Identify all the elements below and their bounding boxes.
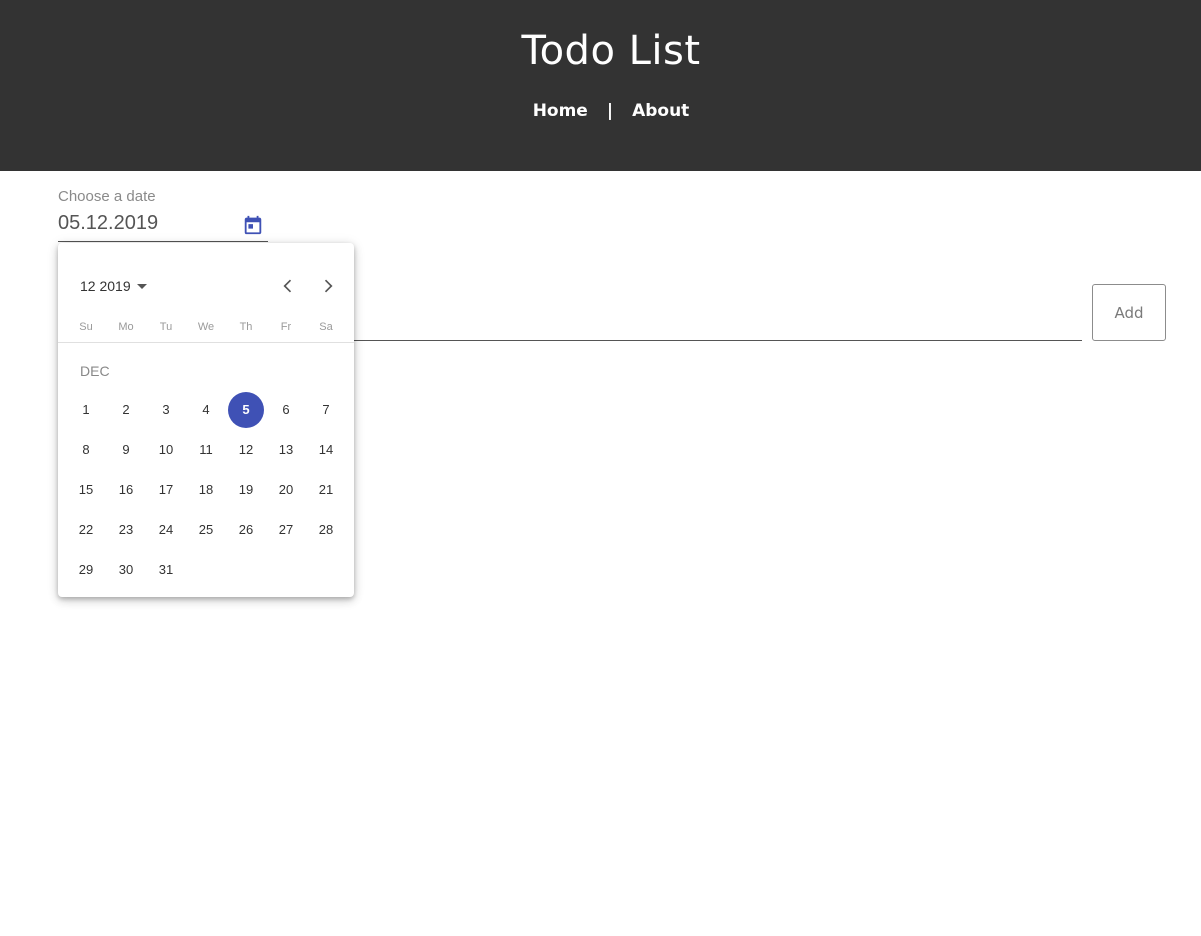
- nav-link-home[interactable]: Home: [533, 101, 588, 121]
- main-nav: Home | About: [0, 101, 1201, 121]
- calendar-day[interactable]: 17: [148, 472, 184, 508]
- prev-month-button[interactable]: [271, 269, 305, 303]
- next-month-button[interactable]: [311, 269, 345, 303]
- calendar-day[interactable]: 13: [268, 432, 304, 468]
- calendar-day[interactable]: 4: [188, 392, 224, 428]
- calendar-day[interactable]: 25: [188, 512, 224, 548]
- calendar-day[interactable]: 12: [228, 432, 264, 468]
- nav-link-about[interactable]: About: [632, 101, 689, 121]
- calendar-icon[interactable]: [242, 214, 264, 236]
- todo-input[interactable]: [360, 300, 1076, 336]
- calendar-day[interactable]: 30: [108, 552, 144, 588]
- weekday-tu: Tu: [159, 321, 173, 333]
- calendar-day[interactable]: 2: [108, 392, 144, 428]
- calendar-day[interactable]: 18: [188, 472, 224, 508]
- date-field-label: Choose a date: [58, 188, 156, 205]
- chevron-left-icon: [283, 279, 292, 293]
- date-input[interactable]: [58, 212, 238, 235]
- calendar-day[interactable]: 20: [268, 472, 304, 508]
- weekday-mo: Mo: [118, 321, 134, 333]
- todo-input-underline: [354, 340, 1082, 341]
- calendar-day[interactable]: 15: [68, 472, 104, 508]
- calendar-day[interactable]: 7: [308, 392, 344, 428]
- weekday-we: We: [197, 321, 215, 333]
- calendar-day[interactable]: 16: [108, 472, 144, 508]
- calendar-day[interactable]: 9: [108, 432, 144, 468]
- caret-down-icon: [136, 284, 147, 289]
- period-select-button[interactable]: 12 2019: [72, 271, 155, 301]
- weekday-fr: Fr: [280, 321, 292, 333]
- calendar-day[interactable]: 22: [68, 512, 104, 548]
- calendar-day[interactable]: 31: [148, 552, 184, 588]
- calendar-day[interactable]: 28: [308, 512, 344, 548]
- page-title: Todo List: [521, 28, 701, 74]
- date-field-underline: [58, 241, 268, 242]
- selected-day[interactable]: 5: [228, 392, 264, 428]
- app-header: Todo List Home | About: [0, 0, 1201, 171]
- month-label: DEC: [80, 363, 110, 379]
- calendar-day[interactable]: 1: [68, 392, 104, 428]
- calendar-day[interactable]: 3: [148, 392, 184, 428]
- calendar-day[interactable]: 23: [108, 512, 144, 548]
- calendar-day[interactable]: 19: [228, 472, 264, 508]
- nav-separator: |: [606, 101, 614, 121]
- calendar-day[interactable]: 6: [268, 392, 304, 428]
- weekday-th: Th: [239, 321, 253, 333]
- calendar-day[interactable]: 10: [148, 432, 184, 468]
- calendar-day[interactable]: 26: [228, 512, 264, 548]
- period-label: 12 2019: [80, 278, 131, 294]
- weekday-sa: Sa: [319, 321, 333, 333]
- add-button[interactable]: Add: [1092, 284, 1166, 341]
- datepicker-popup: 12 2019 Su Mo Tu We Th Fr Sa DEC 1 2 3 4 5 6 7 8 9 10 11…: [58, 243, 354, 597]
- weekday-su: Su: [79, 321, 93, 333]
- chevron-right-icon: [324, 279, 333, 293]
- calendar-day[interactable]: 14: [308, 432, 344, 468]
- picker-divider: [58, 342, 354, 343]
- calendar-day[interactable]: 24: [148, 512, 184, 548]
- calendar-day[interactable]: 11: [188, 432, 224, 468]
- calendar-day[interactable]: 21: [308, 472, 344, 508]
- calendar-day[interactable]: 29: [68, 552, 104, 588]
- calendar-day[interactable]: 8: [68, 432, 104, 468]
- calendar-day[interactable]: 27: [268, 512, 304, 548]
- date-field: Choose a date: [58, 186, 268, 243]
